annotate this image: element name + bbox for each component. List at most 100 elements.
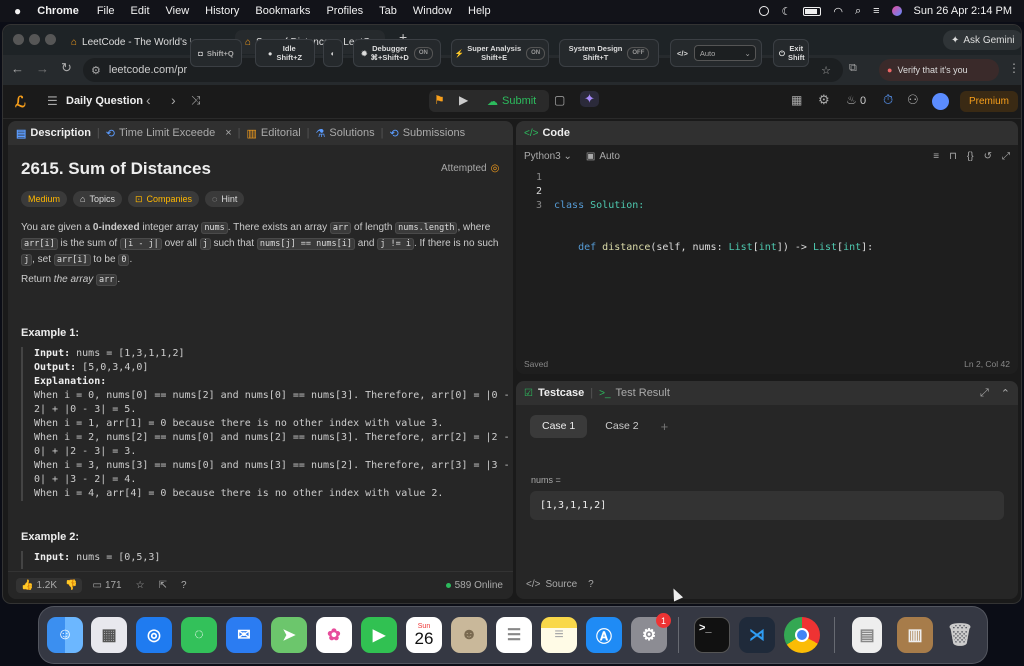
avatar[interactable]: [932, 93, 949, 110]
ai-assist-icon[interactable]: ✦: [580, 91, 599, 107]
code-tab[interactable]: Code: [542, 127, 570, 139]
prev-problem-icon[interactable]: ‹: [146, 92, 151, 108]
menu-file[interactable]: File: [97, 5, 115, 17]
help-icon[interactable]: ?: [181, 580, 187, 591]
source-link[interactable]: </> Source?: [526, 579, 594, 590]
menubar-datetime[interactable]: Sun 26 Apr 2:14 PM: [914, 5, 1012, 17]
submit-button[interactable]: ☁ Submit: [479, 91, 544, 111]
case-2-tab[interactable]: Case 2: [593, 415, 650, 438]
format-icon[interactable]: ≡: [933, 151, 939, 162]
braces-icon[interactable]: {}: [967, 151, 974, 162]
reminders-icon[interactable]: ☰: [496, 617, 532, 653]
menu-view[interactable]: View: [166, 5, 190, 17]
menu-profiles[interactable]: Profiles: [326, 5, 363, 17]
language-select[interactable]: Python3 ⌄: [524, 151, 572, 162]
verify-banner[interactable]: ● Verify that it's you: [879, 59, 999, 81]
collapse-chevron-icon[interactable]: ⌃: [1001, 387, 1010, 400]
record-icon[interactable]: [759, 6, 770, 16]
super-analysis-toggle[interactable]: ⚡ Super Analysis Shift+E ON: [451, 39, 549, 67]
apple-icon[interactable]: ●: [14, 4, 21, 18]
zoom-window-button[interactable]: [45, 34, 56, 45]
calendar-icon[interactable]: Sun 26: [406, 617, 442, 653]
downloads-doc-icon[interactable]: ▤: [852, 617, 882, 653]
comments-button[interactable]: ▭ 171: [92, 580, 121, 591]
fullscreen-icon[interactable]: ⤢: [1002, 151, 1010, 162]
exit-button[interactable]: ⏻ Exit Shift: [773, 39, 809, 67]
photos-icon[interactable]: ✿: [316, 617, 352, 653]
minimize-window-button[interactable]: [29, 34, 40, 45]
system-design-toggle[interactable]: System Design Shift+T OFF: [559, 39, 659, 67]
close-icon[interactable]: ×: [225, 127, 231, 139]
next-problem-icon[interactable]: ›: [171, 92, 176, 108]
screenshot-button[interactable]: ◘ Shift+Q: [190, 39, 242, 67]
run-icon[interactable]: ▶: [459, 93, 468, 107]
chrome-icon[interactable]: [784, 617, 820, 653]
theme-toggle[interactable]: ◐: [323, 39, 343, 67]
tab-time-limit-exceeded[interactable]: ⟲ Time Limit Exceede ×: [106, 127, 232, 140]
reset-icon[interactable]: ↺: [984, 151, 992, 162]
menu-history[interactable]: History: [205, 5, 239, 17]
auto-mode[interactable]: Auto: [599, 151, 620, 162]
daily-question-link[interactable]: Daily Question: [66, 95, 143, 107]
vscode-icon[interactable]: ⋊: [739, 617, 775, 653]
browser-tab-leetcode[interactable]: ⌂ LeetCode - The World's Le...: [61, 30, 201, 54]
add-case-button[interactable]: +: [657, 415, 673, 438]
chrome-menu-icon[interactable]: ⋮: [1008, 61, 1020, 75]
search-icon[interactable]: ⌕: [855, 5, 861, 18]
ask-gemini-button[interactable]: ✦ Ask Gemini: [943, 30, 1021, 50]
like-button[interactable]: 👍 1.2K 👎: [16, 578, 83, 593]
menu-bookmarks[interactable]: Bookmarks: [255, 5, 310, 17]
problem-list-icon[interactable]: ☰: [47, 94, 58, 108]
companies-button[interactable]: ⊡ Companies: [127, 191, 200, 207]
idle-button[interactable]: ● Idle Shift+Z: [255, 39, 315, 67]
safari-icon[interactable]: ◎: [136, 617, 172, 653]
menu-edit[interactable]: Edit: [131, 5, 150, 17]
tab-editorial[interactable]: ▥ Editorial: [246, 127, 300, 140]
timer-icon[interactable]: ⏱: [883, 92, 893, 108]
app-store-icon[interactable]: Ⓐ: [586, 617, 622, 653]
streak-fire-icon[interactable]: ♨: [846, 93, 857, 107]
contacts-icon[interactable]: ☻: [451, 617, 487, 653]
finder-icon[interactable]: ☺: [47, 617, 83, 653]
trash-icon[interactable]: 🗑: [942, 617, 978, 653]
layout-icon[interactable]: ▦: [791, 93, 802, 107]
test-result-tab[interactable]: Test Result: [616, 387, 670, 399]
forward-arrow-icon[interactable]: →: [36, 61, 49, 76]
add-friend-icon[interactable]: ⚇: [907, 92, 919, 108]
notes-icon[interactable]: ▢: [554, 93, 565, 107]
wifi-icon[interactable]: ◠: [833, 5, 843, 18]
testcase-tab[interactable]: Testcase: [538, 387, 584, 399]
tab-description[interactable]: ▤ Description: [8, 127, 91, 140]
control-center-icon[interactable]: ≡: [873, 5, 879, 17]
favorite-star-icon[interactable]: ☆: [136, 580, 145, 591]
menu-window[interactable]: Window: [413, 5, 452, 17]
facetime-icon[interactable]: ▶: [361, 617, 397, 653]
thumbs-down-icon[interactable]: 👎: [65, 580, 77, 591]
close-window-button[interactable]: [13, 34, 24, 45]
code-editor[interactable]: 1 2 3 class Solution: def distance(self,…: [516, 167, 1018, 357]
mail-icon[interactable]: ✉: [226, 617, 262, 653]
menu-help[interactable]: Help: [468, 5, 491, 17]
battery-icon[interactable]: [803, 6, 822, 16]
leetcode-logo[interactable]: ℒ: [15, 93, 26, 111]
messages-icon[interactable]: ◌: [181, 617, 217, 653]
menu-tab[interactable]: Tab: [379, 5, 397, 17]
maps-icon[interactable]: ➤: [271, 617, 307, 653]
nums-input[interactable]: [1,3,1,1,2]: [530, 491, 1004, 520]
site-info-icon[interactable]: ⚙: [91, 64, 101, 77]
downloads-stack-icon[interactable]: ▥: [897, 617, 933, 653]
moon-icon[interactable]: ☾: [781, 5, 791, 18]
notes-app-icon[interactable]: ≡: [541, 617, 577, 653]
tab-solutions[interactable]: ⚗ Solutions: [316, 127, 375, 140]
terminal-app-icon[interactable]: >_: [694, 617, 730, 653]
launchpad-icon[interactable]: ▦: [91, 617, 127, 653]
back-arrow-icon[interactable]: ←: [11, 61, 24, 76]
share-icon[interactable]: ⇱: [159, 580, 167, 591]
bookmark-star-icon[interactable]: ☆: [821, 64, 831, 77]
debug-icon[interactable]: ⚑: [434, 93, 445, 107]
bookmark-icon[interactable]: ⊓: [949, 151, 957, 162]
model-select[interactable]: </> Auto ⌄: [670, 39, 762, 67]
reload-icon[interactable]: ↻: [61, 60, 72, 76]
shuffle-icon[interactable]: ⤨: [191, 93, 201, 108]
settings-gear-icon[interactable]: ⚙: [818, 92, 830, 108]
